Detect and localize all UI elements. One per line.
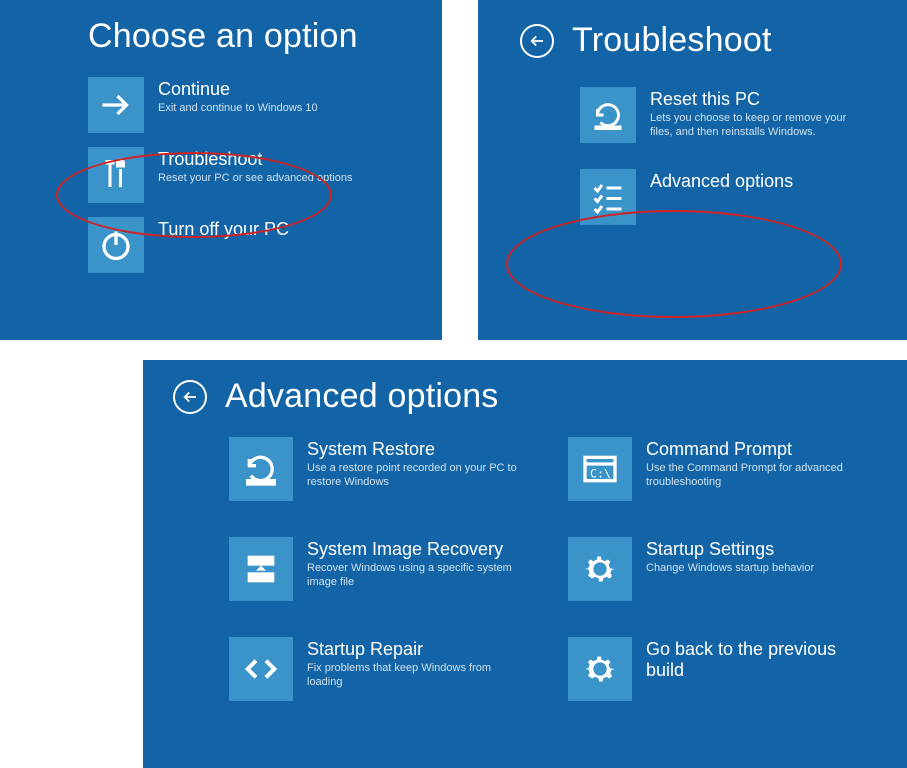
gear-icon (568, 637, 632, 701)
tile-sub: Use a restore point recorded on your PC … (307, 462, 517, 490)
panel-advanced-options: Advanced options System Restore Use a re… (143, 360, 907, 768)
tile-startup-settings[interactable]: Startup Settings Change Windows startup … (568, 537, 887, 601)
tile-text: Troubleshoot Reset your PC or see advanc… (158, 147, 352, 185)
tile-title: Command Prompt (646, 439, 856, 460)
tile-text: System Restore Use a restore point recor… (307, 437, 517, 489)
tile-system-image-recovery[interactable]: System Image Recovery Recover Windows us… (229, 537, 548, 601)
tile-text: Advanced options (650, 169, 793, 192)
tile-title: Troubleshoot (158, 149, 352, 170)
tile-title: Reset this PC (650, 89, 860, 110)
panel-title-row: Advanced options (173, 378, 887, 415)
tile-text: System Image Recovery Recover Windows us… (307, 537, 517, 589)
tile-title: Continue (158, 79, 318, 100)
arrow-left-icon (181, 388, 199, 406)
tile-sub: Change Windows startup behavior (646, 562, 814, 576)
tile-continue[interactable]: Continue Exit and continue to Windows 10 (88, 77, 414, 133)
tile-title: System Restore (307, 439, 517, 460)
tile-sub: Fix problems that keep Windows from load… (307, 662, 517, 690)
tile-text: Turn off your PC (158, 217, 289, 240)
page-title: Troubleshoot (572, 22, 772, 59)
tile-troubleshoot[interactable]: Troubleshoot Reset your PC or see advanc… (88, 147, 414, 203)
back-button[interactable] (173, 380, 207, 414)
tile-sub: Recover Windows using a specific system … (307, 562, 517, 590)
tile-title: Advanced options (650, 171, 793, 192)
back-button[interactable] (520, 24, 554, 58)
reset-icon (580, 87, 636, 143)
tile-text: Command Prompt Use the Command Prompt fo… (646, 437, 856, 489)
tiles-grid: System Restore Use a restore point recor… (229, 437, 887, 715)
tile-reset-pc[interactable]: Reset this PC Lets you choose to keep or… (580, 87, 887, 143)
tile-text: Reset this PC Lets you choose to keep or… (650, 87, 860, 139)
power-icon (88, 217, 144, 273)
tile-system-restore[interactable]: System Restore Use a restore point recor… (229, 437, 548, 501)
panel-troubleshoot: Troubleshoot Reset this PC Lets you choo… (478, 0, 907, 340)
arrow-right-icon (88, 77, 144, 133)
restore-icon (229, 437, 293, 501)
disk-image-icon (229, 537, 293, 601)
arrow-left-icon (528, 32, 546, 50)
checklist-icon (580, 169, 636, 225)
gear-icon (568, 537, 632, 601)
panel-title-row: Troubleshoot (520, 22, 887, 59)
tile-text: Continue Exit and continue to Windows 10 (158, 77, 318, 115)
tile-title: Go back to the previous build (646, 639, 856, 680)
tools-icon (88, 147, 144, 203)
page-title: Choose an option (88, 18, 358, 55)
code-icon (229, 637, 293, 701)
tile-text: Go back to the previous build (646, 637, 856, 680)
tile-text: Startup Settings Change Windows startup … (646, 537, 814, 575)
tile-title: Startup Settings (646, 539, 814, 560)
tile-text: Startup Repair Fix problems that keep Wi… (307, 637, 517, 689)
tile-previous-build[interactable]: Go back to the previous build (568, 637, 887, 701)
tile-turn-off[interactable]: Turn off your PC (88, 217, 414, 273)
tile-title: System Image Recovery (307, 539, 517, 560)
tile-advanced-options[interactable]: Advanced options (580, 169, 887, 225)
tile-sub: Use the Command Prompt for advanced trou… (646, 462, 856, 490)
tile-title: Startup Repair (307, 639, 517, 660)
tile-startup-repair[interactable]: Startup Repair Fix problems that keep Wi… (229, 637, 548, 701)
terminal-icon: C:\ (568, 437, 632, 501)
panel-title-row: Choose an option (88, 18, 414, 55)
page-title: Advanced options (225, 378, 499, 415)
tile-command-prompt[interactable]: C:\ Command Prompt Use the Command Promp… (568, 437, 887, 501)
svg-text:C:\: C:\ (590, 467, 611, 481)
panel-choose-option: Choose an option Continue Exit and conti… (0, 0, 442, 340)
tile-title: Turn off your PC (158, 219, 289, 240)
tile-sub: Exit and continue to Windows 10 (158, 102, 318, 116)
tile-sub: Reset your PC or see advanced options (158, 172, 352, 186)
tile-sub: Lets you choose to keep or remove your f… (650, 112, 860, 140)
